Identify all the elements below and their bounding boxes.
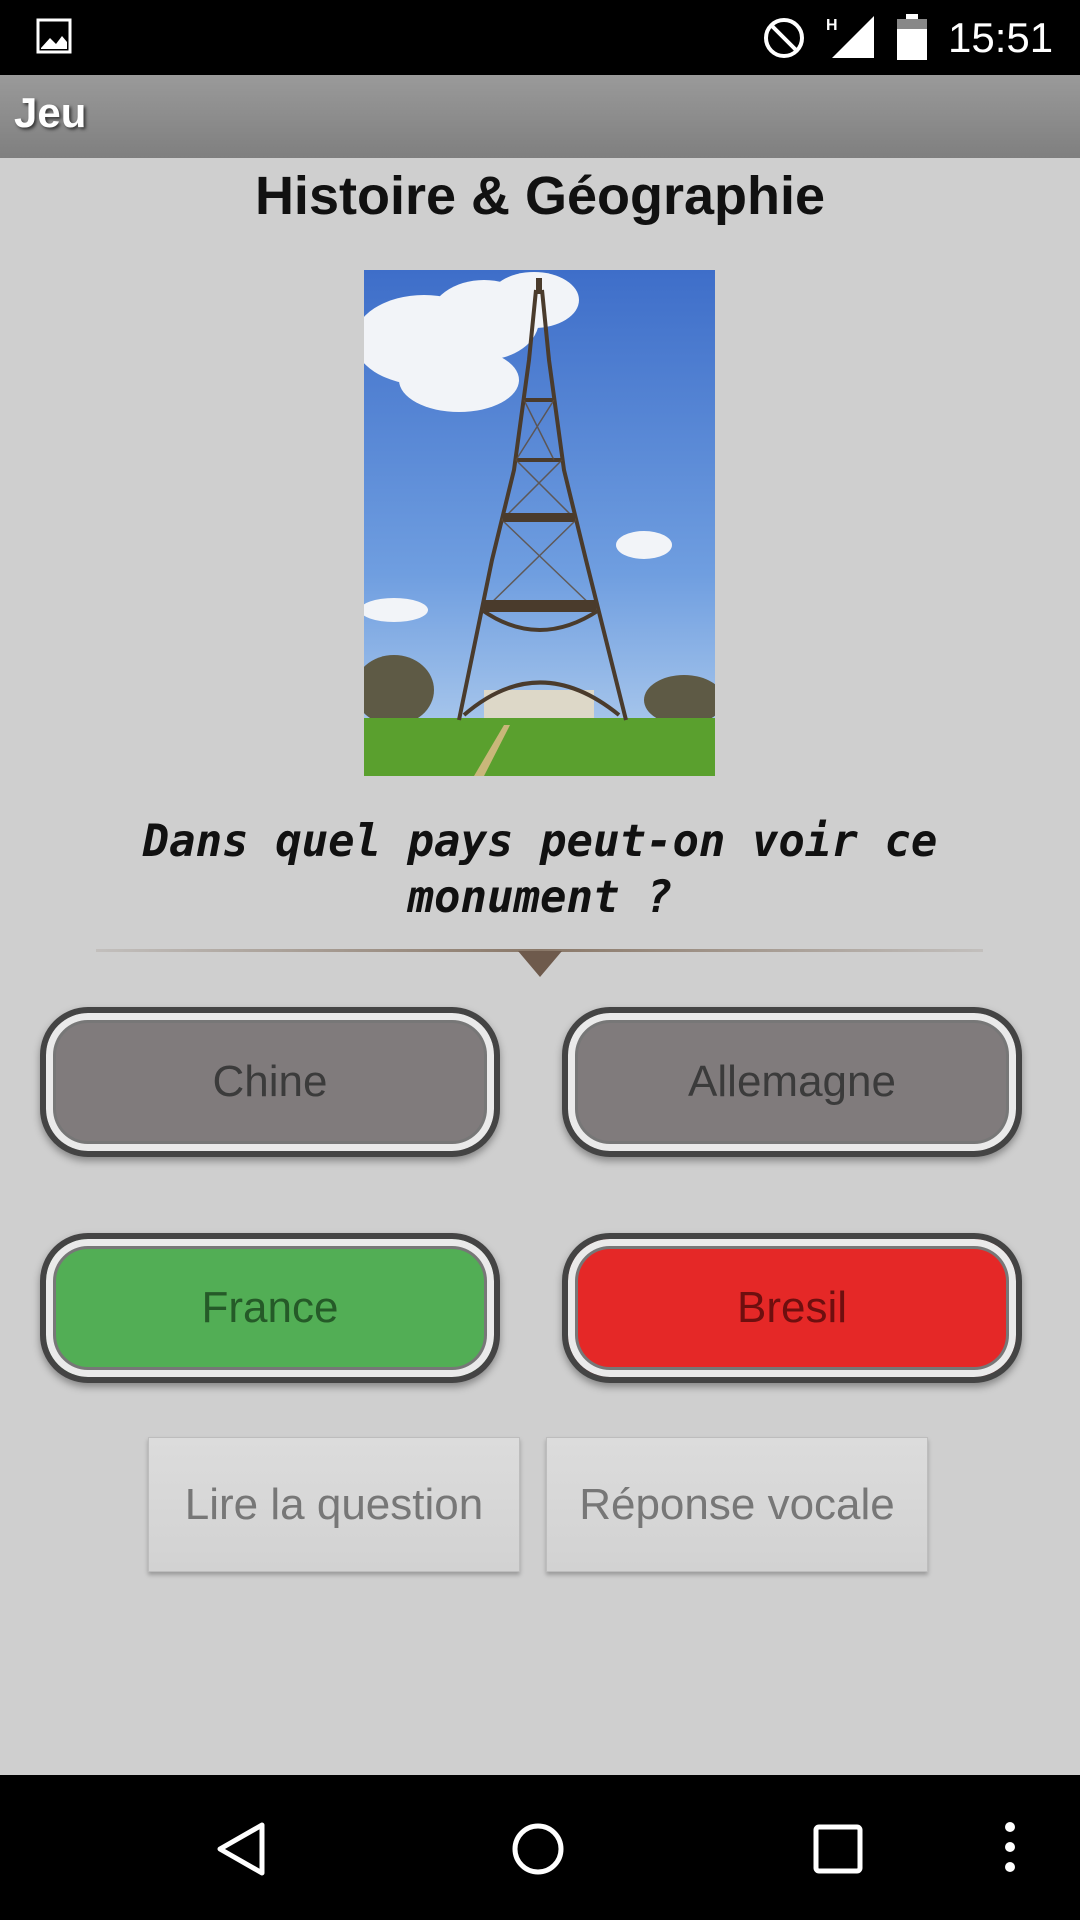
gallery-icon xyxy=(36,18,72,54)
action-bar: Jeu xyxy=(0,75,1080,158)
question-text: Dans quel pays peut-on voir ce monument … xyxy=(142,816,938,923)
divider-pointer xyxy=(518,951,562,977)
answer-button-bresil[interactable]: Bresil xyxy=(562,1233,1022,1383)
home-icon[interactable] xyxy=(510,1821,566,1877)
clock: 15:51 xyxy=(948,14,1054,61)
read-question-button[interactable]: Lire la question xyxy=(148,1437,520,1572)
status-bar: H 15:51 xyxy=(0,0,1080,75)
signal-icon: H xyxy=(826,16,874,58)
answer-button-france[interactable]: France xyxy=(40,1233,500,1383)
do-not-disturb-icon xyxy=(764,18,804,58)
overflow-menu-icon[interactable] xyxy=(1002,1819,1018,1875)
question-image xyxy=(364,270,715,776)
back-icon[interactable] xyxy=(212,1821,268,1877)
eiffel-tower-illustration xyxy=(364,270,715,776)
navigation-bar xyxy=(0,1775,1080,1920)
screen-title: Jeu xyxy=(14,89,87,136)
answer-button-chine[interactable]: Chine xyxy=(40,1007,500,1157)
answer-button-allemagne[interactable]: Allemagne xyxy=(562,1007,1022,1157)
network-type-label: H xyxy=(826,17,838,34)
recent-apps-icon[interactable] xyxy=(812,1823,864,1875)
category-title: Histoire & Géographie xyxy=(254,166,826,226)
battery-icon xyxy=(897,14,927,60)
voice-answer-button[interactable]: Réponse vocale xyxy=(546,1437,928,1572)
